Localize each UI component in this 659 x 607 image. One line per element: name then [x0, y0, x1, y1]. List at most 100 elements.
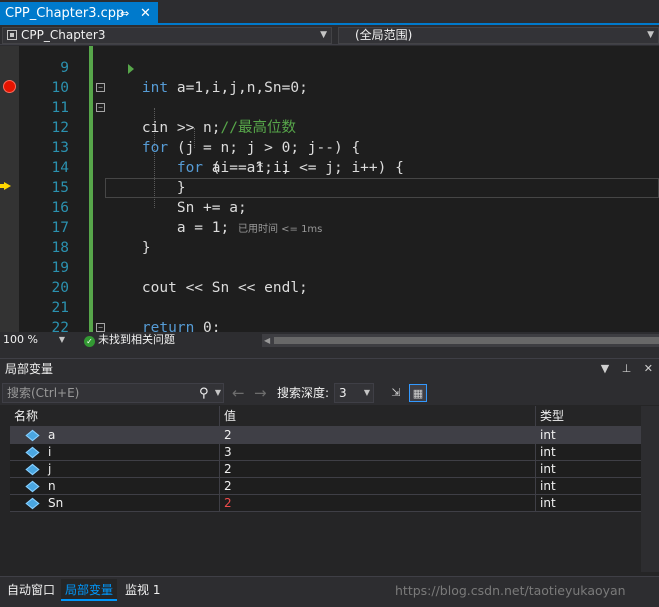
close-icon[interactable]: ✕ [140, 2, 151, 25]
code-line[interactable]: 22 } [19, 298, 659, 332]
variable-icon [25, 497, 40, 510]
search-depth-dropdown[interactable]: 3 ▼ [334, 383, 374, 403]
column-header-name[interactable]: 名称 [10, 406, 219, 426]
document-tab-title: CPP_Chapter3.cpp [5, 6, 125, 21]
code-line[interactable]: 19 cout << Sn << endl; [19, 238, 659, 296]
variable-icon [25, 429, 40, 442]
grid-header: 名称 值 类型 [10, 406, 641, 427]
variable-row[interactable]: a 2 int [10, 427, 641, 444]
issues-indicator[interactable]: ✓ 未找到相关问题 [84, 332, 175, 348]
collapse-icon[interactable]: − [96, 83, 105, 92]
variable-name: a [48, 428, 56, 442]
zoom-level: 100 % [3, 333, 38, 346]
variable-name: j [48, 462, 52, 476]
window-position-icon[interactable]: ▼ [601, 362, 609, 375]
variable-row[interactable]: Sn 2 int [10, 495, 641, 512]
code-line-current[interactable]: 16 a = 1; 已用时间 <= 1ms [19, 178, 659, 236]
code-line[interactable]: 9 int a=1,i,j,n,Sn=0; [19, 46, 659, 96]
variable-icon [25, 446, 40, 459]
code-line[interactable]: 15 Sn += a; [19, 158, 659, 216]
search-depth-value: 3 [339, 386, 347, 400]
document-tab[interactable]: CPP_Chapter3.cpp ⇔ ✕ [0, 2, 158, 25]
variable-type: int [535, 444, 641, 460]
grid-empty-area [10, 516, 641, 572]
pin-columns-icon[interactable]: ⇲ [387, 384, 405, 402]
scope-name: (全局范围) [355, 28, 413, 42]
pin-icon[interactable]: ⇔ [120, 2, 129, 25]
project-name: CPP_Chapter3 [21, 28, 106, 42]
horizontal-scrollbar[interactable]: ◀ [262, 334, 659, 347]
view-options-icon[interactable]: ▦ [409, 384, 427, 402]
variable-row[interactable]: n 2 int [10, 478, 641, 495]
variable-row[interactable]: i 3 int [10, 444, 641, 461]
tab-locals[interactable]: 局部变量 [61, 579, 118, 601]
variable-value[interactable]: 2 [219, 427, 535, 443]
chevron-down-icon: ▼ [363, 388, 370, 397]
tool-window-tabs: 自动窗口 局部变量 监视 1 https://blog.csdn.net/tao… [0, 576, 659, 607]
scroll-left-icon[interactable]: ◀ [264, 334, 270, 347]
collapse-icon[interactable]: − [96, 103, 105, 112]
code-editor[interactable]: 9 int a=1,i,j,n,Sn=0; 10 cin >> n;//最高位数… [0, 46, 659, 332]
close-icon[interactable]: ✕ [644, 362, 653, 375]
issues-text: 未找到相关问题 [98, 333, 175, 346]
variable-value-changed[interactable]: 2 [219, 495, 535, 511]
variable-type: int [535, 478, 641, 494]
search-placeholder: 搜索(Ctrl+E) [7, 386, 80, 400]
chevron-down-icon: ▼ [647, 30, 654, 40]
search-forward-icon[interactable]: → [254, 383, 267, 403]
variable-icon [25, 480, 40, 493]
navigation-bar: CPP_Chapter3 ▼ (全局范围) ▼ [0, 25, 659, 45]
code-line[interactable]: 12 − for (i = 1; i <= j; i++) { [19, 98, 659, 176]
variable-value[interactable]: 3 [219, 444, 535, 460]
breakpoint-icon[interactable] [3, 80, 16, 93]
run-to-click-icon[interactable] [128, 64, 134, 74]
pin-icon[interactable]: ⊥ [622, 362, 632, 375]
indicator-margin[interactable] [0, 46, 19, 332]
code-line[interactable]: 18 [19, 218, 659, 256]
chevron-down-icon[interactable]: ▼ [215, 384, 221, 402]
watermark: https://blog.csdn.net/taotieyukaoyan [395, 583, 626, 598]
chevron-down-icon: ▼ [320, 30, 327, 40]
variable-type: int [535, 461, 641, 477]
variable-type: int [535, 495, 641, 511]
panel-title: 局部变量 [5, 362, 54, 376]
vertical-scrollbar[interactable] [641, 406, 659, 572]
document-tab-strip: CPP_Chapter3.cpp ⇔ ✕ [0, 0, 659, 25]
panel-title-bar: 局部变量 ▼ ⊥ ✕ [0, 359, 659, 380]
search-depth-label: 搜索深度: [277, 386, 330, 400]
search-icon[interactable]: ⚲ [199, 385, 209, 403]
code-line[interactable]: 10 cin >> n;//最高位数 [19, 58, 659, 136]
collapse-icon[interactable]: − [96, 323, 105, 332]
variable-row[interactable]: j 2 int [10, 461, 641, 478]
search-back-icon[interactable]: ← [232, 383, 245, 403]
code-line[interactable]: 20 [19, 258, 659, 296]
chevron-down-icon: ▼ [58, 335, 65, 344]
scope-dropdown[interactable]: (全局范围) ▼ [338, 27, 659, 44]
code-line[interactable]: 14 } [19, 138, 659, 196]
search-input[interactable]: 搜索(Ctrl+E) ⚲ ▼ [2, 383, 224, 403]
scrollbar-thumb[interactable] [274, 337, 659, 344]
editor-status-strip: 100 % ▼ ✓ 未找到相关问题 ◀ [0, 332, 659, 349]
project-dropdown[interactable]: CPP_Chapter3 ▼ [2, 27, 332, 44]
column-header-value[interactable]: 值 [219, 406, 535, 426]
zoom-dropdown[interactable]: 100 % ▼ [3, 332, 69, 349]
variable-name: i [48, 445, 52, 459]
code-line[interactable]: 17 } [19, 198, 659, 256]
tab-autos[interactable]: 自动窗口 [3, 579, 59, 601]
code-line[interactable]: 23 − /* [19, 318, 659, 332]
variable-name: n [48, 479, 56, 493]
code-line[interactable]: 21 return 0; [19, 278, 659, 332]
variable-icon [25, 463, 40, 476]
variable-value[interactable]: 2 [219, 461, 535, 477]
variable-name: Sn [48, 496, 64, 510]
variable-type: int [535, 427, 641, 443]
code-line[interactable]: 11 − for (j = n; j > 0; j--) { [19, 78, 659, 156]
tab-watch-1[interactable]: 监视 1 [121, 579, 164, 601]
locals-toolbar: 搜索(Ctrl+E) ⚲ ▼ ← → 搜索深度: 3 ▼ ⇲ ▦ [0, 380, 659, 405]
instruction-pointer-icon [0, 182, 11, 190]
column-header-type[interactable]: 类型 [535, 406, 641, 426]
locals-grid: 名称 值 类型 a 2 int i 3 int j 2 int n 2 int … [10, 406, 641, 512]
locals-panel: 局部变量 ▼ ⊥ ✕ 搜索(Ctrl+E) ⚲ ▼ ← → 搜索深度: 3 ▼ … [0, 358, 659, 576]
variable-value[interactable]: 2 [219, 478, 535, 494]
code-line[interactable]: 13 a = a* i; [19, 118, 659, 176]
